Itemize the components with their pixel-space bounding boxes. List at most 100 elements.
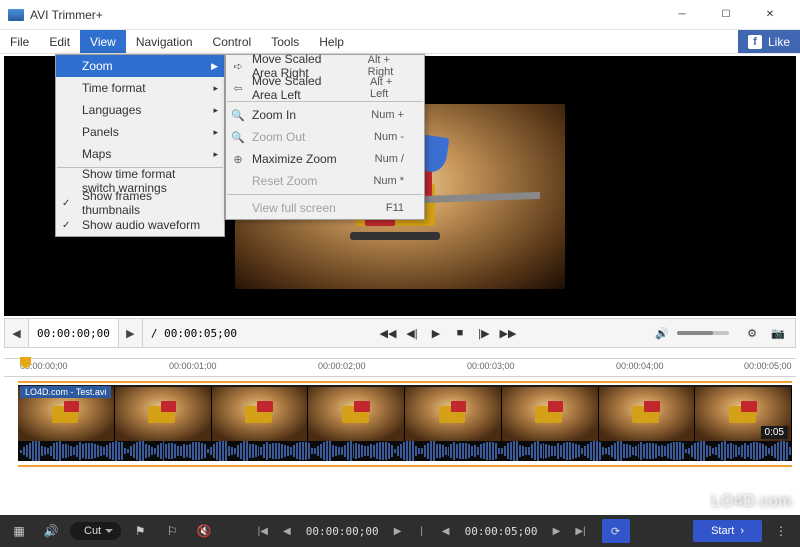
menu-tools[interactable]: Tools: [261, 30, 309, 53]
menuitem-label: Show audio waveform: [82, 218, 200, 232]
app-icon: [8, 9, 24, 21]
menuitem-panels[interactable]: Panels ▸: [56, 121, 224, 143]
timeline-line: [18, 381, 792, 383]
window-title: AVI Trimmer+: [30, 8, 660, 22]
menu-edit[interactable]: Edit: [39, 30, 80, 53]
close-button[interactable]: ✕: [748, 0, 792, 30]
menu-control[interactable]: Control: [203, 30, 262, 53]
range-start-step-back[interactable]: ◀: [278, 521, 296, 541]
prev-segment-button[interactable]: ◀: [5, 319, 29, 347]
timeline-area: LO4D.com - Test.avi 0:05: [4, 376, 796, 486]
menuitem-label: Panels: [82, 125, 119, 139]
zoom-out-icon: 🔍: [230, 131, 246, 144]
volume-slider[interactable]: [677, 331, 729, 335]
shortcut-label: Alt + Left: [346, 76, 404, 100]
maximize-button[interactable]: ☐: [704, 0, 748, 30]
timeline-line: [18, 465, 792, 467]
audio-toggle-button[interactable]: 🔊: [38, 519, 64, 543]
submenu-arrow-icon: ▶: [211, 61, 218, 72]
frame-thumbnail: [308, 387, 405, 441]
facebook-like-button[interactable]: f Like: [738, 30, 800, 53]
play-button[interactable]: ▶: [425, 323, 447, 343]
frame-thumbnail: [405, 387, 502, 441]
range-end-step-fwd[interactable]: ▶: [548, 521, 566, 541]
current-time-display[interactable]: 00:00:00;00: [29, 319, 119, 347]
menuitem-move-left[interactable]: ⇦ Move Scaled Area Left Alt + Left: [226, 77, 424, 99]
ruler-tick: 00:00:01;00: [169, 361, 217, 371]
menuitem-label: Move Scaled Area Left: [252, 74, 346, 102]
audio-waveform: [18, 441, 792, 461]
menuitem-zoom[interactable]: Zoom▶: [56, 55, 224, 77]
ruler-tick: 00:00:04;00: [616, 361, 664, 371]
menu-navigation[interactable]: Navigation: [126, 30, 203, 53]
view-dropdown: Zoom▶ Time format▸ Languages▸ Panels▸ Ma…: [55, 54, 225, 237]
like-label: Like: [768, 35, 790, 49]
maximize-zoom-icon: ⊕: [230, 153, 246, 166]
range-start-time[interactable]: 00:00:00;00: [302, 525, 383, 538]
step-forward-button[interactable]: |▶: [473, 323, 495, 343]
menuitem-label: Time format: [82, 81, 146, 95]
menu-file[interactable]: File: [0, 30, 39, 53]
menuitem-label: Maps: [82, 147, 111, 161]
frame-thumbnail: [115, 387, 212, 441]
volume-icon[interactable]: 🔊: [651, 323, 673, 343]
ruler-tick: 00:00:05;00: [744, 361, 792, 371]
more-button[interactable]: ⋮: [768, 519, 794, 543]
cut-label: Cut: [84, 525, 101, 537]
titlebar: AVI Trimmer+ ─ ☐ ✕: [0, 0, 800, 30]
menuitem-time-format[interactable]: Time format▸: [56, 77, 224, 99]
frame-thumbnail: [502, 387, 599, 441]
loop-button[interactable]: ⟳: [602, 519, 630, 543]
next-segment-button[interactable]: ▶: [119, 319, 143, 347]
snapshot-button[interactable]: 📷: [767, 323, 789, 343]
step-back-button[interactable]: ◀|: [401, 323, 423, 343]
menuitem-show-thumbnails[interactable]: ✓ Show frames thumbnails: [56, 192, 224, 214]
cut-mode-dropdown[interactable]: Cut: [70, 522, 121, 540]
menuitem-maps[interactable]: Maps▸: [56, 143, 224, 165]
clip-name-label: LO4D.com - Test.avi: [20, 386, 111, 398]
mute-button[interactable]: 🔇: [191, 519, 217, 543]
menu-view[interactable]: View: [80, 30, 126, 53]
submenu-arrow-icon: ▸: [213, 127, 218, 138]
menuitem-zoom-in[interactable]: 🔍 Zoom In Num +: [226, 104, 424, 126]
settings-button[interactable]: ⚙: [741, 323, 763, 343]
range-end-time[interactable]: 00:00:05;00: [461, 525, 542, 538]
minimize-button[interactable]: ─: [660, 0, 704, 30]
menuitem-fullscreen[interactable]: View full screen F11: [226, 197, 424, 219]
menu-help[interactable]: Help: [309, 30, 354, 53]
shortcut-label: Alt + Right: [344, 54, 404, 78]
menuitem-zoom-out[interactable]: 🔍 Zoom Out Num -: [226, 126, 424, 148]
menuitem-show-waveform[interactable]: ✓ Show audio waveform: [56, 214, 224, 236]
go-start-button[interactable]: ◀◀: [377, 323, 399, 343]
playback-bar: ◀ 00:00:00;00 ▶ / 00:00:05;00 ◀◀ ◀| ▶ ■ …: [4, 318, 796, 348]
menuitem-label: View full screen: [252, 201, 336, 215]
timeline-ruler[interactable]: 00:00:00;00 00:00:01;00 00:00:02;00 00:0…: [4, 358, 796, 376]
check-icon: ✓: [62, 220, 70, 231]
move-left-icon: ⇦: [230, 82, 246, 95]
range-end-next[interactable]: ▶|: [572, 521, 590, 541]
zoom-in-icon: 🔍: [230, 109, 246, 122]
go-end-button[interactable]: ▶▶: [497, 323, 519, 343]
menuitem-label: Show frames thumbnails: [82, 189, 204, 217]
submenu-arrow-icon: ▸: [213, 105, 218, 116]
range-sep: |: [413, 521, 431, 541]
range-start-prev[interactable]: |◀: [254, 521, 272, 541]
duration-display: / 00:00:05;00: [143, 327, 245, 340]
menuitem-reset-zoom[interactable]: Reset Zoom Num *: [226, 170, 424, 192]
mark-out-button[interactable]: ⚐: [159, 519, 185, 543]
mark-in-button[interactable]: ⚑: [127, 519, 153, 543]
video-track[interactable]: LO4D.com - Test.avi 0:05: [18, 385, 792, 461]
menuitem-languages[interactable]: Languages▸: [56, 99, 224, 121]
stop-button[interactable]: ■: [449, 323, 471, 343]
shortcut-label: Num *: [349, 175, 404, 187]
strip-view-button[interactable]: ▦: [6, 519, 32, 543]
start-button[interactable]: Start ›: [693, 520, 762, 542]
menuitem-label: Maximize Zoom: [252, 152, 337, 166]
menubar: File Edit View Navigation Control Tools …: [0, 30, 800, 54]
range-end-step-back[interactable]: ◀: [437, 521, 455, 541]
shortcut-label: Num -: [350, 131, 404, 143]
range-start-step-fwd[interactable]: ▶: [389, 521, 407, 541]
frame-thumbnail: [212, 387, 309, 441]
menuitem-maximize-zoom[interactable]: ⊕ Maximize Zoom Num /: [226, 148, 424, 170]
watermark: LO4D.com: [712, 493, 792, 511]
